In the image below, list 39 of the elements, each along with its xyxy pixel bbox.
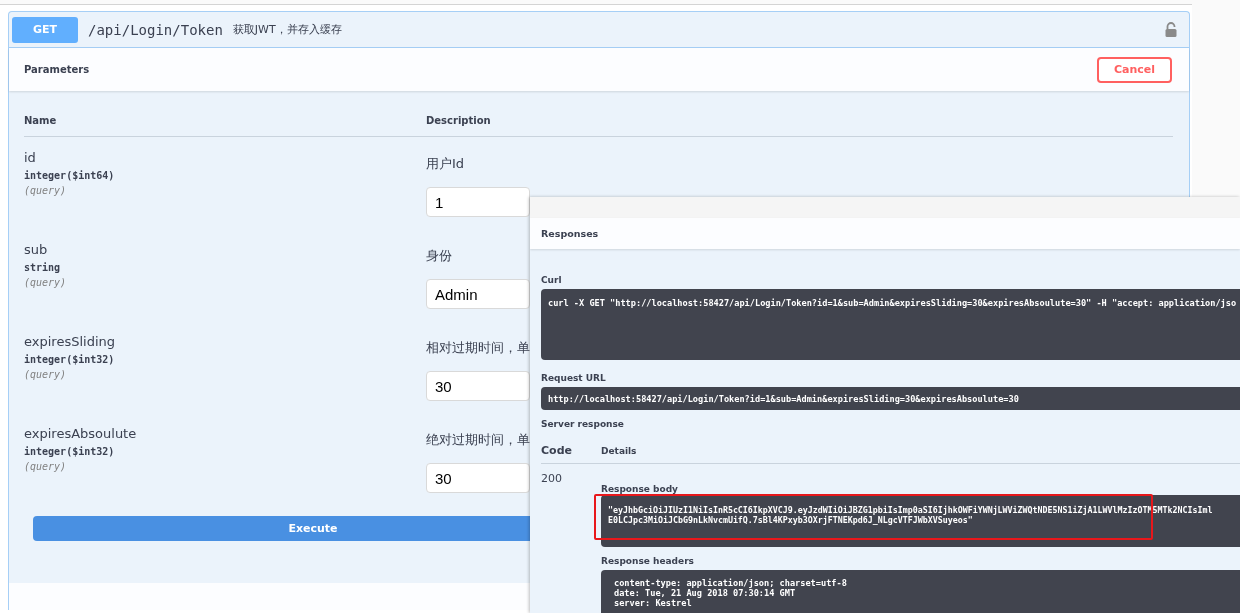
parameter-input[interactable]: 30 <box>426 371 530 401</box>
section-title: Responses <box>541 228 599 239</box>
column-header: Code <box>541 444 573 457</box>
parameter-input[interactable]: 30 <box>426 463 530 493</box>
parameter-name: expiresAbsoulute <box>24 426 138 441</box>
parameter-type: integer($int64) <box>24 170 116 181</box>
column-header: Name <box>24 115 58 126</box>
parameter-description: 绝对过期时间，单 <box>426 431 530 449</box>
request-url-block: http://localhost:58427/api/Login/Token?id=1&sub=Admin&expiresSliding=30&expiresAbsoulute=30 <box>541 387 1240 410</box>
parameter-location: (query) <box>24 277 68 288</box>
parameter-location: (query) <box>24 185 68 196</box>
parameter-description: 相对过期时间，单 <box>426 339 530 357</box>
response-headers-block: content-type: application/json; charset=utf-8 date: Tue, 21 Aug 2018 07:30:14 GMT server: Kestrel <box>601 570 1240 613</box>
parameter-type: string <box>24 262 62 273</box>
endpoint-path: /api/Login/Token <box>88 21 223 38</box>
method-badge: GET <box>12 16 78 43</box>
parameter-location: (query) <box>24 461 68 472</box>
parameter-name: sub <box>24 242 49 257</box>
parameter-type: integer($int32) <box>24 446 116 457</box>
parameter-name: id <box>24 150 37 165</box>
parameter-description: 身份 <box>426 247 452 265</box>
field-label: Server response <box>541 419 624 429</box>
parameter-location: (query) <box>24 369 68 380</box>
status-code: 200 <box>541 471 563 487</box>
parameter-input[interactable]: 1 <box>426 187 530 217</box>
column-header: Description <box>426 115 492 126</box>
parameter-type: integer($int32) <box>24 354 116 365</box>
field-label: Response headers <box>601 556 694 566</box>
section-title: Parameters <box>24 64 90 75</box>
endpoint-summary: 获取JWT，并存入缓存 <box>232 22 343 37</box>
parameter-description: 用户Id <box>426 155 465 173</box>
padlock-icon[interactable] <box>1165 22 1177 37</box>
field-label: Curl <box>541 275 562 285</box>
field-label: Request URL <box>541 373 606 383</box>
field-label: Response body <box>601 484 678 494</box>
column-header: Details <box>601 445 638 456</box>
parameter-input[interactable]: Admin <box>426 279 530 309</box>
curl-command-block: curl -X GET "http://localhost:58427/api/Login/Token?id=1&sub=Admin&expiresSliding=30&expiresAbsoulute=30" -H "accept: application/jso <box>541 289 1240 360</box>
parameter-name: expiresSliding <box>24 334 116 349</box>
